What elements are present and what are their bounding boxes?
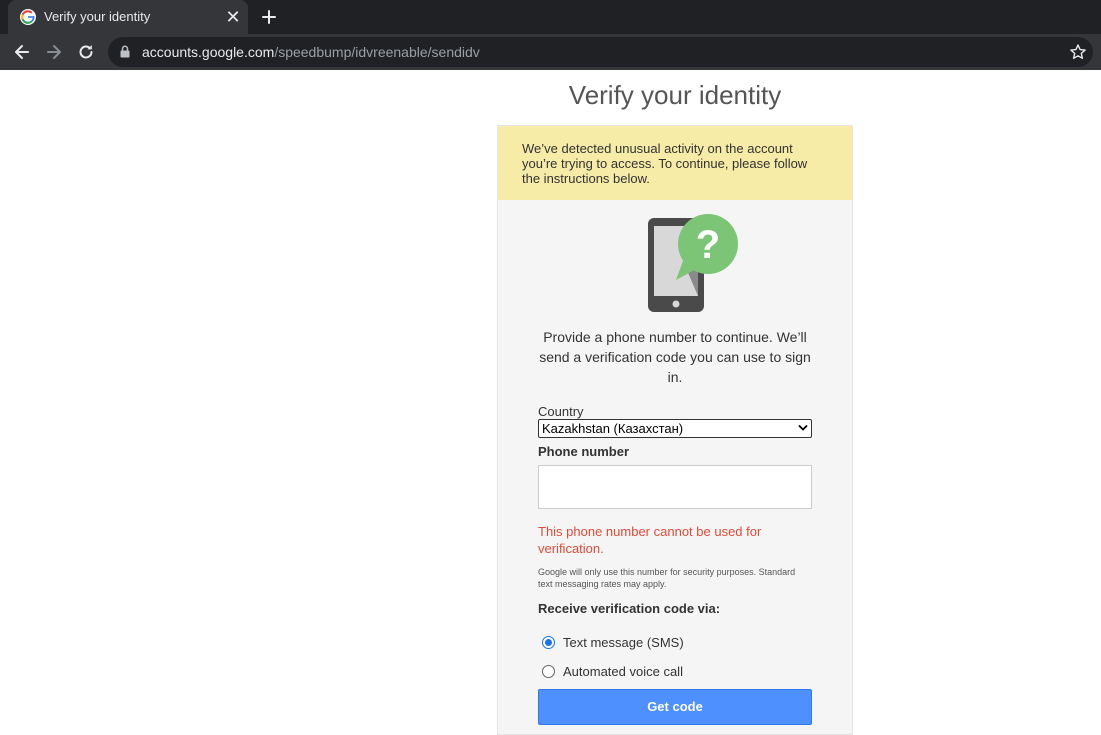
country-label: Country <box>538 404 584 419</box>
voice-radio[interactable] <box>542 664 555 678</box>
phone-number-input[interactable] <box>538 465 812 509</box>
country-selected-value: Kazakhstan (Казахстан) <box>542 421 684 436</box>
plus-icon[interactable] <box>258 6 280 28</box>
chevron-down-icon <box>798 424 808 431</box>
get-code-button[interactable]: Get code <box>538 689 812 725</box>
sms-radio[interactable] <box>542 635 555 649</box>
url-host: accounts.google.com <box>142 44 275 60</box>
phone-prompt: Provide a phone number to continue. We’l… <box>539 329 811 385</box>
voice-radio-label: Automated voice call <box>563 663 683 679</box>
google-favicon-icon <box>20 9 36 25</box>
forward-icon[interactable] <box>44 42 64 62</box>
tab-title: Verify your identity <box>44 9 151 24</box>
address-bar[interactable]: accounts.google.com/speedbump/idvreenabl… <box>108 37 1093 67</box>
close-icon[interactable]: ✕ <box>224 8 242 26</box>
phone-question-icon: ? <box>648 214 738 312</box>
svg-text:?: ? <box>696 223 720 267</box>
url-path: /speedbump/idvreenable/sendidv <box>274 44 480 60</box>
verification-card: We’ve detected unusual activity on the a… <box>497 125 853 735</box>
country-select[interactable]: Kazakhstan (Казахстан) <box>538 419 812 438</box>
sms-radio-label: Text message (SMS) <box>563 634 684 650</box>
phone-number-label: Phone number <box>538 444 630 459</box>
page-title: Verify your identity <box>568 80 782 110</box>
unusual-activity-notice: We’ve detected unusual activity on the a… <box>498 126 852 200</box>
phone-error-message: This phone number cannot be used for ver… <box>538 524 762 556</box>
browser-tab[interactable]: Verify your identity ✕ <box>8 0 248 34</box>
browser-toolbar: accounts.google.com/speedbump/idvreenabl… <box>0 34 1101 70</box>
receive-via-label: Receive verification code via: <box>538 601 721 616</box>
star-icon[interactable] <box>1069 43 1087 61</box>
radio-option-sms[interactable]: Text message (SMS) <box>542 633 684 651</box>
lock-icon[interactable] <box>120 45 130 58</box>
radio-option-voice[interactable]: Automated voice call <box>542 662 683 680</box>
security-fineprint: Google will only use this number for sec… <box>538 567 796 589</box>
back-icon[interactable] <box>12 42 32 62</box>
url-text[interactable]: accounts.google.com/speedbump/idvreenabl… <box>142 44 480 60</box>
reload-icon[interactable] <box>76 42 96 62</box>
tab-bar: Verify your identity ✕ <box>0 0 1101 34</box>
